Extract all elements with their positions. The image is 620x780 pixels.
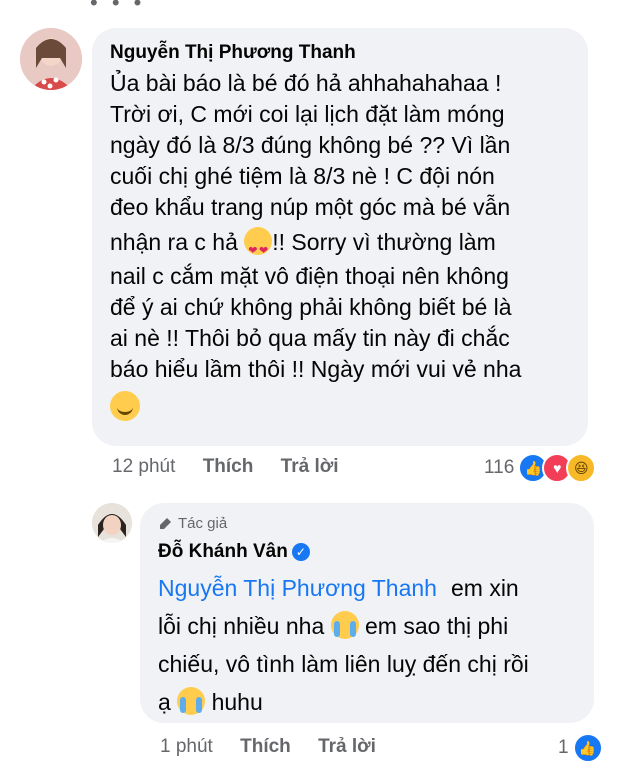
comment-line: nail c cắm mặt vô điện thoại nên không [110,263,509,289]
comment-line: để ý ai chứ không phải không biết bé là [110,294,512,320]
crying-emoji [177,687,206,715]
mention-link[interactable]: Nguyễn Thị Phương Thanh [158,575,437,601]
reply-line: lỗi chị nhiều nha em sao thị phi [158,607,578,645]
like-button[interactable]: Thích [240,736,291,757]
reply-line-part: em xin [450,575,519,601]
reply-line: ạ huhu [158,683,578,721]
comment-line: đeo khẩu trang núp một góc mà bé vẫn [110,194,511,220]
comment-text: Ủa bài báo là bé đó hả ahhahahahaa ! Trờ… [110,68,572,424]
author-badge-label: Tác giả [178,515,228,532]
smile-emoji [110,391,140,421]
comment-bubble: Nguyễn Thị Phương Thanh Ủa bài báo là bé… [92,28,588,446]
reply-time[interactable]: 1 phút [160,736,213,757]
like-button[interactable]: Thích [203,456,254,477]
reply-reactions[interactable]: 1 👍 [558,733,603,763]
comment-time[interactable]: 12 phút [112,456,175,477]
reply-line-part: lỗi chị nhiều nha [158,613,325,639]
comment-line [110,391,572,424]
comment-line: Trời ơi, C mới coi lại lịch đặt làm móng [110,101,505,127]
reply-line-part: huhu [211,689,263,715]
comment-actions: 12 phút Thích Trả lời [112,456,361,478]
reply-button[interactable]: Trả lời [318,736,376,757]
comment-line-part: nhận ra c hả [110,229,238,255]
comment-author-name[interactable]: Nguyễn Thị Phương Thanh [110,42,356,64]
more-options-icon[interactable]: • • • [90,0,145,14]
like-reaction-icon: 👍 [572,733,603,763]
replier-avatar[interactable] [92,503,132,543]
comment-line-part: !! Sorry vì thường làm [272,229,496,255]
comment-line: báo hiểu lầm thôi !! Ngày mới vui vẻ nha [110,356,522,382]
reply-author-label: Đỗ Khánh Vân [158,541,288,562]
crying-emoji [330,611,359,639]
reply-line: chiếu, vô tình làm liên luỵ đến chị rồi [158,651,529,677]
microphone-icon [158,517,172,531]
reply-actions: 1 phút Thích Trả lời [160,736,398,758]
comment-line: Ủa bài báo là bé đó hả ahhahahahaa ! [110,70,502,96]
haha-reaction-icon: 😆 [566,453,597,483]
reply-line-part: em sao thị phi [365,613,509,639]
comment-reactions[interactable]: 116 👍 ♥ 😆 [484,453,597,483]
comment-line: ngày đó là 8/3 đúng không bé ?? Vì lần [110,132,511,158]
reaction-count: 1 [558,737,569,758]
reply-line-part: ạ [158,689,171,715]
reaction-count: 116 [484,457,515,478]
heart-eyes-emoji [244,227,273,270]
reply-button[interactable]: Trả lời [281,456,339,477]
author-badge: Tác giả [158,515,227,532]
reply-author-name[interactable]: Đỗ Khánh Vân ✓ [158,541,310,563]
comment-line: ai nè !! Thôi bỏ qua mấy tin này đi chắc [110,325,510,351]
comment-line: nhận ra c hả !! Sorry vì thường làm [110,223,572,270]
verified-icon: ✓ [291,543,310,561]
commenter-avatar[interactable] [20,28,82,90]
reply-line: Nguyễn Thị Phương Thanh em xin [158,569,578,607]
comment-line: cuối chị ghé tiệm là 8/3 nè ! C đội nón [110,163,495,189]
reply-text: Nguyễn Thị Phương Thanh em xin lỗi chị nh… [158,569,578,721]
reply-bubble: Tác giả Đỗ Khánh Vân ✓ Nguyễn Thị Phương … [140,503,594,723]
